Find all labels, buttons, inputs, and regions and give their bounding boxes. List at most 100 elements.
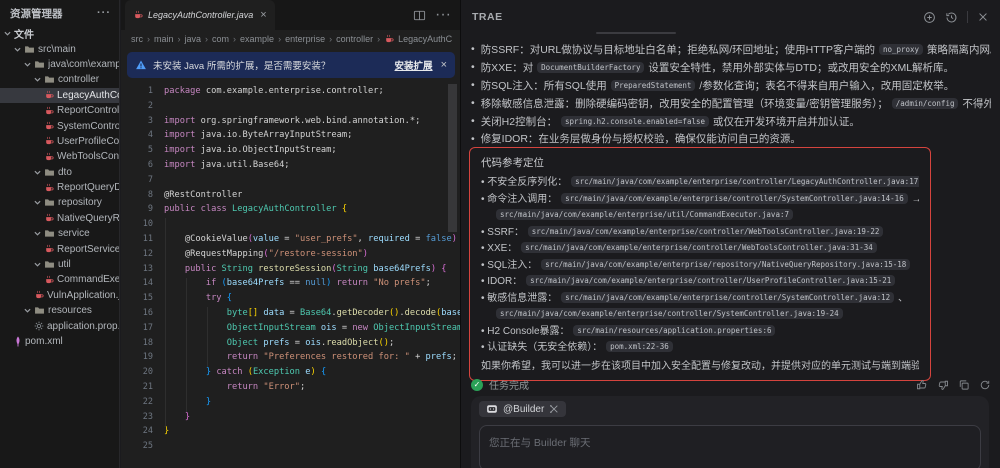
code-line[interactable]: 6import java.util.Base64; [121,158,460,173]
code-text: @RestController [153,188,242,203]
code-line[interactable]: 4import java.io.ByteArrayInputStream; [121,128,460,143]
split-editor-icon[interactable] [413,9,426,22]
copy-icon[interactable] [958,379,970,391]
code-line[interactable]: 13 public String restoreSession(String b… [121,262,460,277]
file-reference-chip[interactable]: src/main/resources/application.propertie… [573,325,775,336]
tree-item-label: util [58,259,71,270]
panel-drag-handle[interactable] [596,32,676,34]
file-reference-chip[interactable]: src/main/java/com/example/enterprise/con… [561,292,894,303]
file-reference-chip[interactable]: src/main/java/com/example/enterprise/con… [521,242,877,253]
tree-item[interactable]: pom.xml [0,334,119,349]
banner-close-icon[interactable]: × [439,59,447,71]
thumbs-down-icon[interactable] [937,379,949,391]
code-line[interactable]: 2 [121,99,460,114]
breadcrumb-item[interactable]: src [131,34,143,44]
editor-scrollbar[interactable] [448,84,457,232]
code-line[interactable]: 9public class LegacyAuthController { [121,202,460,217]
tree-item[interactable]: util [0,257,119,272]
line-number: 15 [121,291,153,306]
tree-item[interactable]: java\com\exampl... [0,57,119,72]
code-line[interactable]: 25 [121,439,460,454]
tree-item[interactable]: ReportQueryD... [0,180,119,195]
history-icon[interactable] [945,11,958,24]
explorer-more-icon[interactable]: ··· [97,7,111,19]
breadcrumb-item[interactable]: LegacyAuthC [398,34,452,44]
code-editor[interactable]: 未安装 Java 所需的扩展，是否需要安装？ 安装扩展 × 1package c… [121,48,460,468]
code-line[interactable]: 3import org.springframework.web.bind.ann… [121,114,460,129]
file-reference-chip[interactable]: pom.xml:22-36 [606,341,673,352]
close-panel-icon[interactable] [977,11,989,23]
tab-legacyauthcontroller[interactable]: LegacyAuthController.java × [125,0,275,30]
install-extension-link[interactable]: 安装扩展 [395,58,433,72]
breadcrumb-item[interactable]: example [240,34,274,44]
inline-code-chip: PreparedStatement [611,80,696,91]
chevron-down-icon [34,76,41,83]
code-line[interactable]: 10 [121,217,460,232]
breadcrumb-item[interactable]: main [154,34,174,44]
tree-item[interactable]: CommandExe... [0,272,119,287]
trae-panel-header: TRAE [461,0,1000,34]
tree-item[interactable]: dto [0,165,119,180]
tree-item[interactable]: WebToolsCont... [0,149,119,164]
tree-item[interactable]: service [0,226,119,241]
code-line[interactable]: 22 } [121,395,460,410]
code-line[interactable]: 19 return "Preferences restored for: " +… [121,350,460,365]
file-reference-chip[interactable]: src/main/java/com/example/enterprise/con… [496,308,843,319]
code-line[interactable]: 16 byte[] data = Base64.getDecoder().dec… [121,306,460,321]
reference-line: src/main/java/com/example/enterprise/uti… [481,207,919,224]
explorer-sidebar: 资源管理器 ··· 文件src\mainjava\com\exampl...co… [0,0,120,468]
tree-item[interactable]: NativeQueryR... [0,211,119,226]
code-text: if (base64Prefs == null) return "No pref… [153,276,431,291]
tree-item[interactable]: ReportControll... [0,103,119,118]
code-line[interactable]: 23 } [121,410,460,425]
task-status-row: ✓ 任务完成 [471,377,991,392]
tree-item[interactable]: SystemControl... [0,118,119,133]
file-reference-chip[interactable]: src/main/java/com/example/enterprise/con… [528,226,884,237]
breadcrumb-item[interactable]: com [212,34,229,44]
file-reference-chip[interactable]: src/main/java/com/example/enterprise/uti… [496,209,793,220]
tree-item[interactable]: ReportService... [0,241,119,256]
file-reference-chip[interactable]: src/main/java/com/example/enterprise/con… [571,176,919,187]
breadcrumb-item[interactable]: enterprise [285,34,325,44]
code-line[interactable]: 17 ObjectInputStream ois = new ObjectInp… [121,321,460,336]
tree-item[interactable]: LegacyAuthCo... [0,88,119,103]
text-segment: 不安全反序列化： [487,177,570,188]
code-line[interactable]: 14 if (base64Prefs == null) return "No p… [121,276,460,291]
code-line[interactable]: 11 @CookieValue(value = "user_prefs", re… [121,232,460,247]
code-line[interactable]: 8@RestController [121,188,460,203]
thumbs-up-icon[interactable] [916,379,928,391]
code-line[interactable]: 7 [121,173,460,188]
tree-item[interactable]: application.prop... [0,318,119,333]
agent-chip-builder[interactable]: @Builder [479,401,566,417]
code-line[interactable]: 18 Object prefs = ois.readObject(); [121,336,460,351]
file-reference-chip[interactable]: src/main/java/com/example/enterprise/con… [561,193,908,204]
code-line[interactable]: 15 try { [121,291,460,306]
code-line[interactable]: 12 @RequestMapping("/restore-session") [121,247,460,262]
line-number: 6 [121,158,153,173]
breadcrumb-item[interactable]: java [185,34,202,44]
tree-item[interactable]: controller [0,72,119,87]
tree-item[interactable]: 文件 [0,26,119,41]
breadcrumb-item[interactable]: controller [336,34,373,44]
code-line[interactable]: 5import java.io.ObjectInputStream; [121,143,460,158]
new-chat-icon[interactable] [923,11,936,24]
tree-item[interactable]: resources [0,303,119,318]
file-reference-chip[interactable]: src/main/java/com/example/enterprise/rep… [541,259,910,270]
tree-item[interactable]: UserProfileCo... [0,134,119,149]
reference-item: • IDOR： src/main/java/com/example/enterp… [481,273,919,290]
builder-shortcut-icon[interactable] [549,404,559,414]
code-line[interactable]: 21 return "Error"; [121,380,460,395]
more-actions-icon[interactable]: ··· [435,6,451,24]
tree-item[interactable]: VulnApplication.j... [0,288,119,303]
code-line[interactable]: 20 } catch (Exception e) { [121,365,460,380]
code-line[interactable]: 1package com.example.enterprise.controll… [121,84,460,99]
tab-close-icon[interactable]: × [260,9,266,21]
regenerate-icon[interactable] [979,379,991,391]
tree-item[interactable]: src\main [0,41,119,56]
java-file-icon [44,121,54,131]
code-line[interactable]: 24} [121,424,460,439]
chat-input[interactable]: 您正在与 Builder 聊天 [479,425,981,468]
tree-item[interactable]: repository [0,195,119,210]
file-reference-chip[interactable]: src/main/java/com/example/enterprise/con… [526,275,895,286]
banner-message: 未安装 Java 所需的扩展，是否需要安装？ [153,58,389,72]
